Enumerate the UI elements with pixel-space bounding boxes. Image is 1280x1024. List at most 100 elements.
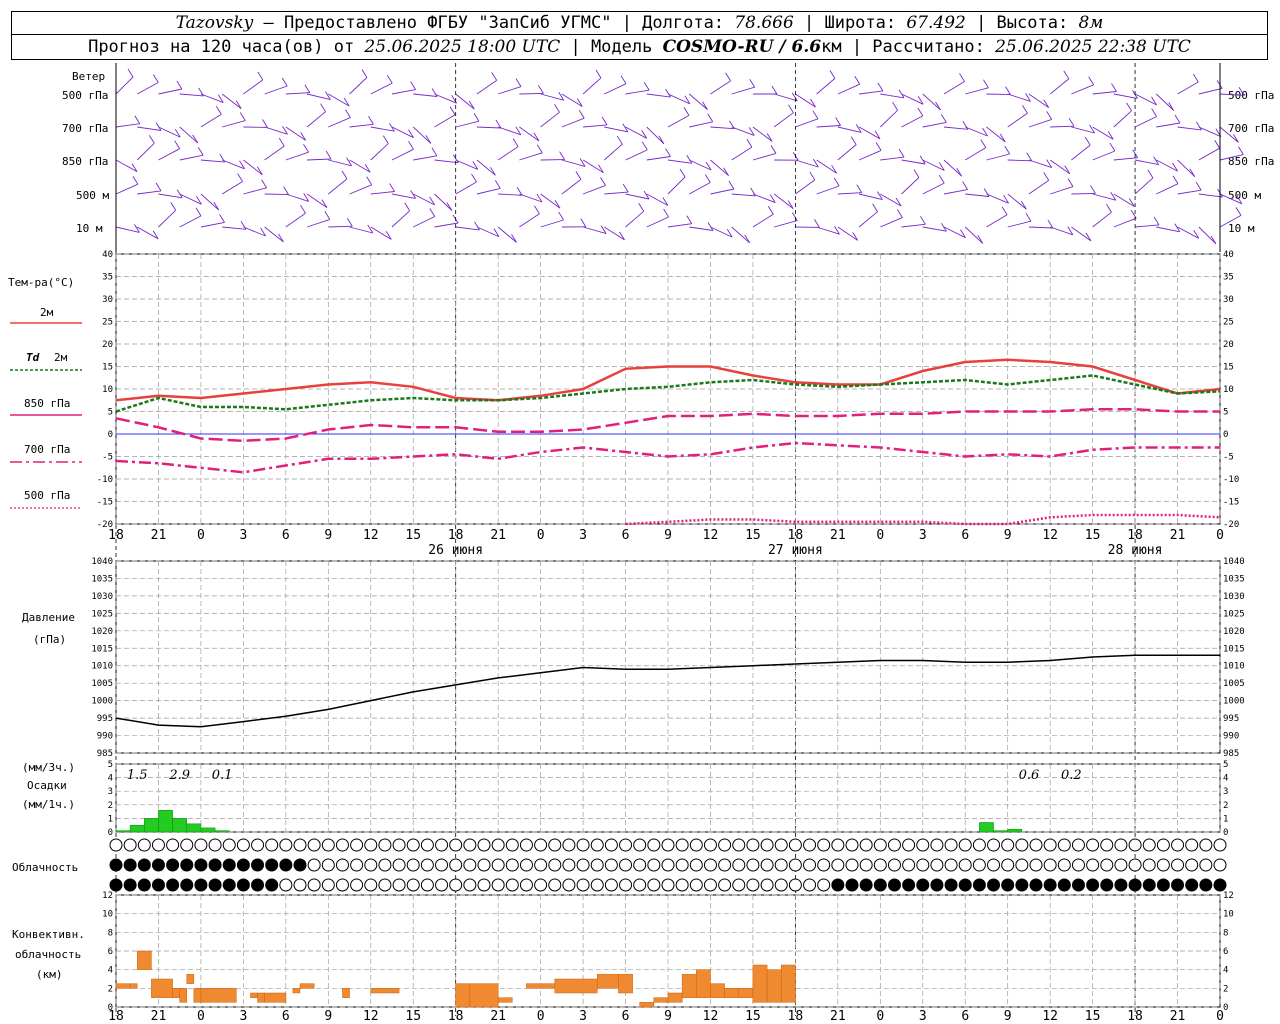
wind-barb-feather — [1090, 185, 1096, 194]
wind-barb — [264, 193, 289, 196]
precip-3h-sum: 1.5 — [127, 768, 148, 783]
temp-ytick-right: -15 — [1223, 498, 1239, 508]
wind-barb — [964, 226, 984, 244]
wind-barb — [1177, 81, 1199, 95]
precip-3h-sum: 2.9 — [168, 768, 190, 783]
wind-barb-feather — [1084, 136, 1091, 146]
pressure-ytick-left: 1025 — [91, 609, 113, 619]
wind-barb-feather — [1046, 111, 1053, 120]
wind-barb — [179, 93, 204, 97]
conv-ytick-right: 8 — [1223, 928, 1228, 938]
cloud-cover-symbol — [774, 878, 788, 892]
wind-barb — [306, 111, 326, 128]
precip-ytick-right: 2 — [1223, 801, 1228, 811]
cloud-cover-symbol — [916, 858, 930, 872]
conv-bar — [172, 988, 180, 998]
cloud-cover-symbol — [1057, 878, 1071, 892]
wind-barb — [795, 93, 816, 108]
wind-barb-feather — [261, 179, 267, 189]
conv-bar — [292, 988, 301, 994]
conv-bar — [455, 983, 471, 1008]
wind-barb — [943, 159, 963, 177]
cloud-cover-symbol — [703, 858, 717, 872]
precip-3h-sum: 0.2 — [1061, 768, 1082, 783]
cloud-cover-symbol — [335, 878, 349, 892]
legend-t500-label: 500 гПа — [24, 489, 70, 502]
cloud-cover-symbol — [236, 878, 250, 892]
cloud-cover-symbol — [1213, 858, 1227, 872]
wind-barb — [497, 146, 519, 161]
cloud-cover-symbol — [788, 878, 802, 892]
temp-ytick-left: 25 — [102, 318, 113, 328]
pressure-ytick-left: 1030 — [91, 592, 113, 602]
cloud-cover-symbol — [1015, 878, 1029, 892]
wind-barb-feather — [345, 109, 351, 118]
wind-barb — [1156, 226, 1180, 233]
wind-barb — [604, 143, 623, 161]
wind-barb — [1007, 193, 1027, 210]
wind-barb — [434, 193, 453, 211]
precip-bar — [1007, 829, 1023, 833]
temp-xtick: 0 — [197, 528, 205, 543]
conv-title-1: Конвективн. — [12, 928, 85, 941]
wind-barb — [880, 93, 905, 99]
cloud-cover-symbol — [505, 838, 519, 852]
temp-ytick-right: 15 — [1223, 363, 1234, 373]
wind-barb-feather — [856, 184, 863, 193]
conv-bar — [264, 992, 287, 1003]
wind-barb — [816, 78, 836, 95]
cloud-cover-symbol — [647, 858, 661, 872]
wind-barb — [965, 193, 990, 197]
wind-barb — [115, 123, 140, 128]
wind-barb — [731, 226, 750, 244]
cloud-cover-symbol — [604, 858, 618, 872]
wind-barb — [795, 179, 816, 195]
wind-barb — [901, 177, 920, 195]
cloud-cover-symbol — [1142, 858, 1156, 872]
cloud-cover-symbol — [420, 878, 434, 892]
cloud-cover-symbol — [1142, 878, 1156, 892]
wind-barb — [391, 210, 411, 228]
conv-xtick: 9 — [324, 1009, 332, 1024]
cloud-cover-symbol — [562, 838, 576, 852]
wind-barb — [370, 226, 392, 240]
cloud-cover-symbol — [675, 838, 689, 852]
cloud-cover-symbol — [222, 858, 236, 872]
precip-ytick-right: 4 — [1223, 774, 1228, 784]
wind-barb — [306, 193, 328, 208]
temp-ytick-left: 5 — [108, 408, 113, 418]
wind-barb-feather — [959, 73, 965, 82]
wind-barb-feather — [665, 148, 671, 157]
precip-3h-sum: 0.1 — [212, 768, 233, 783]
wind-barb-feather — [898, 148, 905, 158]
wind-barb — [837, 144, 857, 161]
conv-xtick: 6 — [961, 1009, 969, 1024]
wind-barb-feather — [239, 112, 246, 121]
wind-barb — [264, 85, 288, 95]
wind-barb-feather — [215, 106, 222, 115]
wind-barb — [200, 159, 225, 163]
pressure-ytick-left: 1040 — [91, 557, 113, 567]
wind-barb — [561, 117, 585, 128]
conv-bar — [696, 969, 711, 998]
cloud-cover-symbol — [1171, 858, 1185, 872]
wind-barb-feather — [491, 72, 498, 81]
cloud-cover-symbol — [265, 878, 279, 892]
wind-barb-feather — [1004, 145, 1011, 155]
temp-xtick: 6 — [282, 528, 290, 543]
wind-barb — [349, 159, 371, 173]
cloud-cover-symbol — [137, 878, 151, 892]
wind-barb — [986, 93, 1011, 96]
cloud-cover-symbol — [435, 878, 449, 892]
temp-ytick-right: -5 — [1223, 453, 1234, 463]
cloud-cover-symbol — [463, 838, 477, 852]
cloud-cover-symbol — [505, 858, 519, 872]
cloud-cover-symbol — [335, 838, 349, 852]
cloud-cover-symbol — [732, 878, 746, 892]
cloud-cover-symbol — [760, 858, 774, 872]
wind-barb-feather — [534, 205, 540, 215]
wind-barb — [1071, 192, 1096, 195]
wind-barb — [285, 212, 306, 228]
wind-barb — [731, 86, 755, 95]
cloud-cover-symbol — [972, 838, 986, 852]
